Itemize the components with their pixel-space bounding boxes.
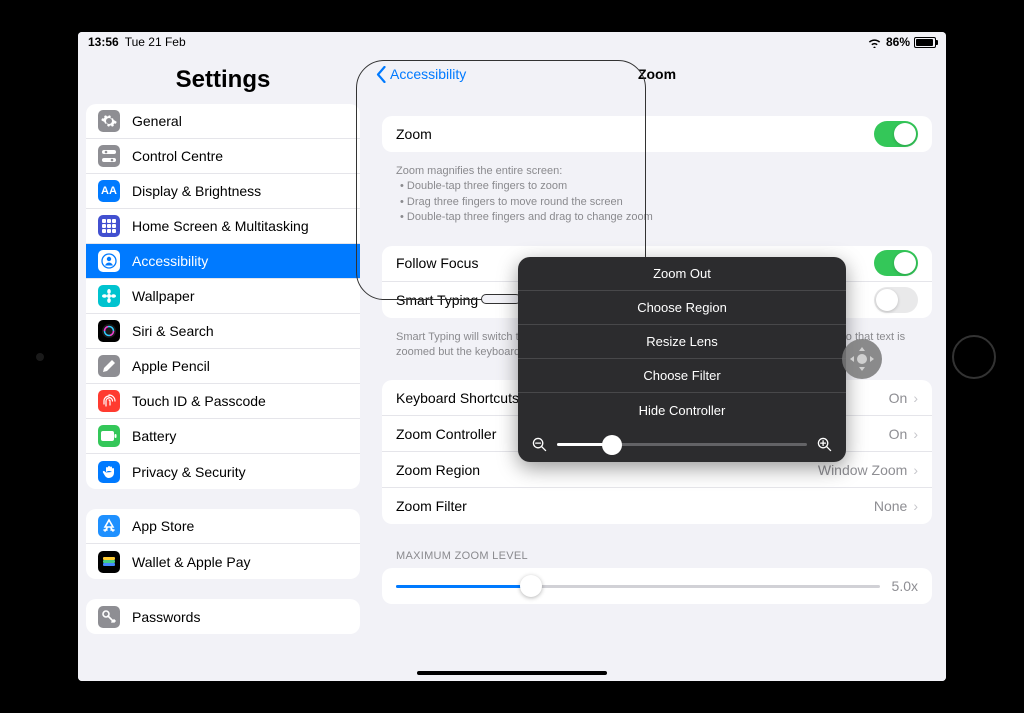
row-label: Zoom: [396, 126, 432, 142]
chevron-right-icon: ›: [913, 390, 918, 406]
sidebar-item-wallpaper[interactable]: Wallpaper: [86, 279, 360, 314]
follow-focus-toggle[interactable]: [874, 250, 918, 276]
siri-icon: [98, 320, 120, 342]
wifi-icon: [867, 37, 882, 48]
sidebar-item-label: Wallet & Apple Pay: [132, 554, 251, 570]
zoom-controller-menu: Zoom OutChoose RegionResize LensChoose F…: [518, 257, 846, 462]
flower-icon: [98, 285, 120, 307]
switches-icon: [98, 145, 120, 167]
controller-zoom-slider[interactable]: [557, 443, 807, 446]
sidebar-item-label: Touch ID & Passcode: [132, 393, 266, 409]
controller-menu-zoom-out[interactable]: Zoom Out: [518, 257, 846, 291]
sidebar-item-battery[interactable]: Battery: [86, 419, 360, 454]
sidebar-item-app-store[interactable]: App Store: [86, 509, 360, 544]
person-icon: [98, 250, 120, 272]
sidebar-item-label: Passwords: [132, 609, 200, 625]
battery-icon: [914, 37, 936, 48]
battery-percent: 86%: [886, 35, 910, 49]
controller-menu-choose-region[interactable]: Choose Region: [518, 291, 846, 325]
key-icon: [98, 606, 120, 628]
page-title: Zoom: [638, 66, 676, 82]
chevron-right-icon: ›: [913, 426, 918, 442]
status-time: 13:56: [88, 35, 119, 49]
status-bar: 13:56 Tue 21 Feb 86%: [78, 32, 946, 52]
sidebar-item-label: Accessibility: [132, 253, 208, 269]
AA-icon: AA: [98, 180, 120, 202]
sidebar-item-home-screen-multitasking[interactable]: Home Screen & Multitasking: [86, 209, 360, 244]
row-label: Smart Typing: [396, 292, 478, 308]
sidebar-item-label: Wallpaper: [132, 288, 195, 304]
joystick-icon: [848, 345, 876, 373]
appstore-icon: [98, 515, 120, 537]
back-label: Accessibility: [390, 66, 466, 82]
sidebar-title: Settings: [78, 52, 368, 104]
controller-menu-choose-filter[interactable]: Choose Filter: [518, 359, 846, 393]
zoom-toggle[interactable]: [874, 121, 918, 147]
sidebar-item-label: Battery: [132, 428, 176, 444]
back-button[interactable]: Accessibility: [376, 66, 466, 83]
gear-icon: [98, 110, 120, 132]
sidebar-item-general[interactable]: General: [86, 104, 360, 139]
row-value: Window Zoom: [818, 462, 907, 478]
max-zoom-header: MAXIMUM ZOOM LEVEL: [382, 550, 932, 568]
sidebar-item-label: Privacy & Security: [132, 464, 246, 480]
chevron-left-icon: [376, 66, 386, 83]
sidebar-item-label: Control Centre: [132, 148, 223, 164]
controller-menu-hide-controller[interactable]: Hide Controller: [518, 393, 846, 427]
help-bullet: Double-tap three fingers to zoom: [400, 179, 918, 194]
zoom-out-icon[interactable]: [532, 437, 547, 452]
sidebar-item-apple-pencil[interactable]: Apple Pencil: [86, 349, 360, 384]
status-date: Tue 21 Feb: [125, 35, 186, 49]
grid-icon: [98, 215, 120, 237]
sidebar-item-wallet-apple-pay[interactable]: Wallet & Apple Pay: [86, 544, 360, 579]
sidebar-item-control-centre[interactable]: Control Centre: [86, 139, 360, 174]
smart-typing-toggle[interactable]: [874, 287, 918, 313]
zoom-in-icon[interactable]: [817, 437, 832, 452]
max-zoom-slider[interactable]: [396, 585, 880, 588]
row-value: On: [889, 426, 908, 442]
sidebar-item-siri-search[interactable]: Siri & Search: [86, 314, 360, 349]
sidebar-item-privacy-security[interactable]: Privacy & Security: [86, 454, 360, 489]
help-bullet: Drag three fingers to move round the scr…: [400, 195, 918, 210]
max-zoom-value: 5.0x: [892, 578, 918, 594]
sidebar-item-display-brightness[interactable]: AA Display & Brightness: [86, 174, 360, 209]
help-title: Zoom magnifies the entire screen:: [396, 164, 918, 179]
sidebar-item-passwords[interactable]: Passwords: [86, 599, 360, 634]
row-label: Zoom Filter: [396, 498, 467, 514]
sidebar-item-accessibility[interactable]: Accessibility: [86, 244, 360, 279]
front-camera: [36, 353, 44, 361]
controller-menu-resize-lens[interactable]: Resize Lens: [518, 325, 846, 359]
sidebar-item-label: Display & Brightness: [132, 183, 261, 199]
chevron-right-icon: ›: [913, 498, 918, 514]
row-label: Follow Focus: [396, 255, 478, 271]
sidebar-item-label: Siri & Search: [132, 323, 214, 339]
sidebar-item-label: General: [132, 113, 182, 129]
zoom-filter-row[interactable]: Zoom Filter None ›: [382, 488, 932, 524]
chevron-right-icon: ›: [913, 462, 918, 478]
home-indicator[interactable]: [417, 671, 607, 675]
zoom-help-text: Zoom magnifies the entire screen: Double…: [382, 158, 932, 246]
zoom-toggle-row[interactable]: Zoom: [382, 116, 932, 152]
wallet-icon: [98, 551, 120, 573]
pencil-icon: [98, 355, 120, 377]
row-value: None: [874, 498, 907, 514]
sidebar-item-touch-id-passcode[interactable]: Touch ID & Passcode: [86, 384, 360, 419]
fingerprint-icon: [98, 390, 120, 412]
hand-icon: [98, 461, 120, 483]
sidebar-item-label: Apple Pencil: [132, 358, 210, 374]
home-button[interactable]: [952, 335, 996, 379]
row-label: Zoom Region: [396, 462, 480, 478]
controller-zoom-slider-row[interactable]: [518, 427, 846, 462]
max-zoom-slider-row[interactable]: 5.0x: [382, 568, 932, 604]
row-label: Keyboard Shortcuts: [396, 390, 519, 406]
row-value: On: [889, 390, 908, 406]
zoom-controller-button[interactable]: [842, 339, 882, 379]
help-bullet: Double-tap three fingers and drag to cha…: [400, 210, 918, 225]
sidebar-item-label: App Store: [132, 518, 194, 534]
battery-icon: [98, 425, 120, 447]
sidebar-item-label: Home Screen & Multitasking: [132, 218, 309, 234]
row-label: Zoom Controller: [396, 426, 496, 442]
settings-sidebar: Settings General Control Centre AA Display …: [78, 52, 368, 681]
